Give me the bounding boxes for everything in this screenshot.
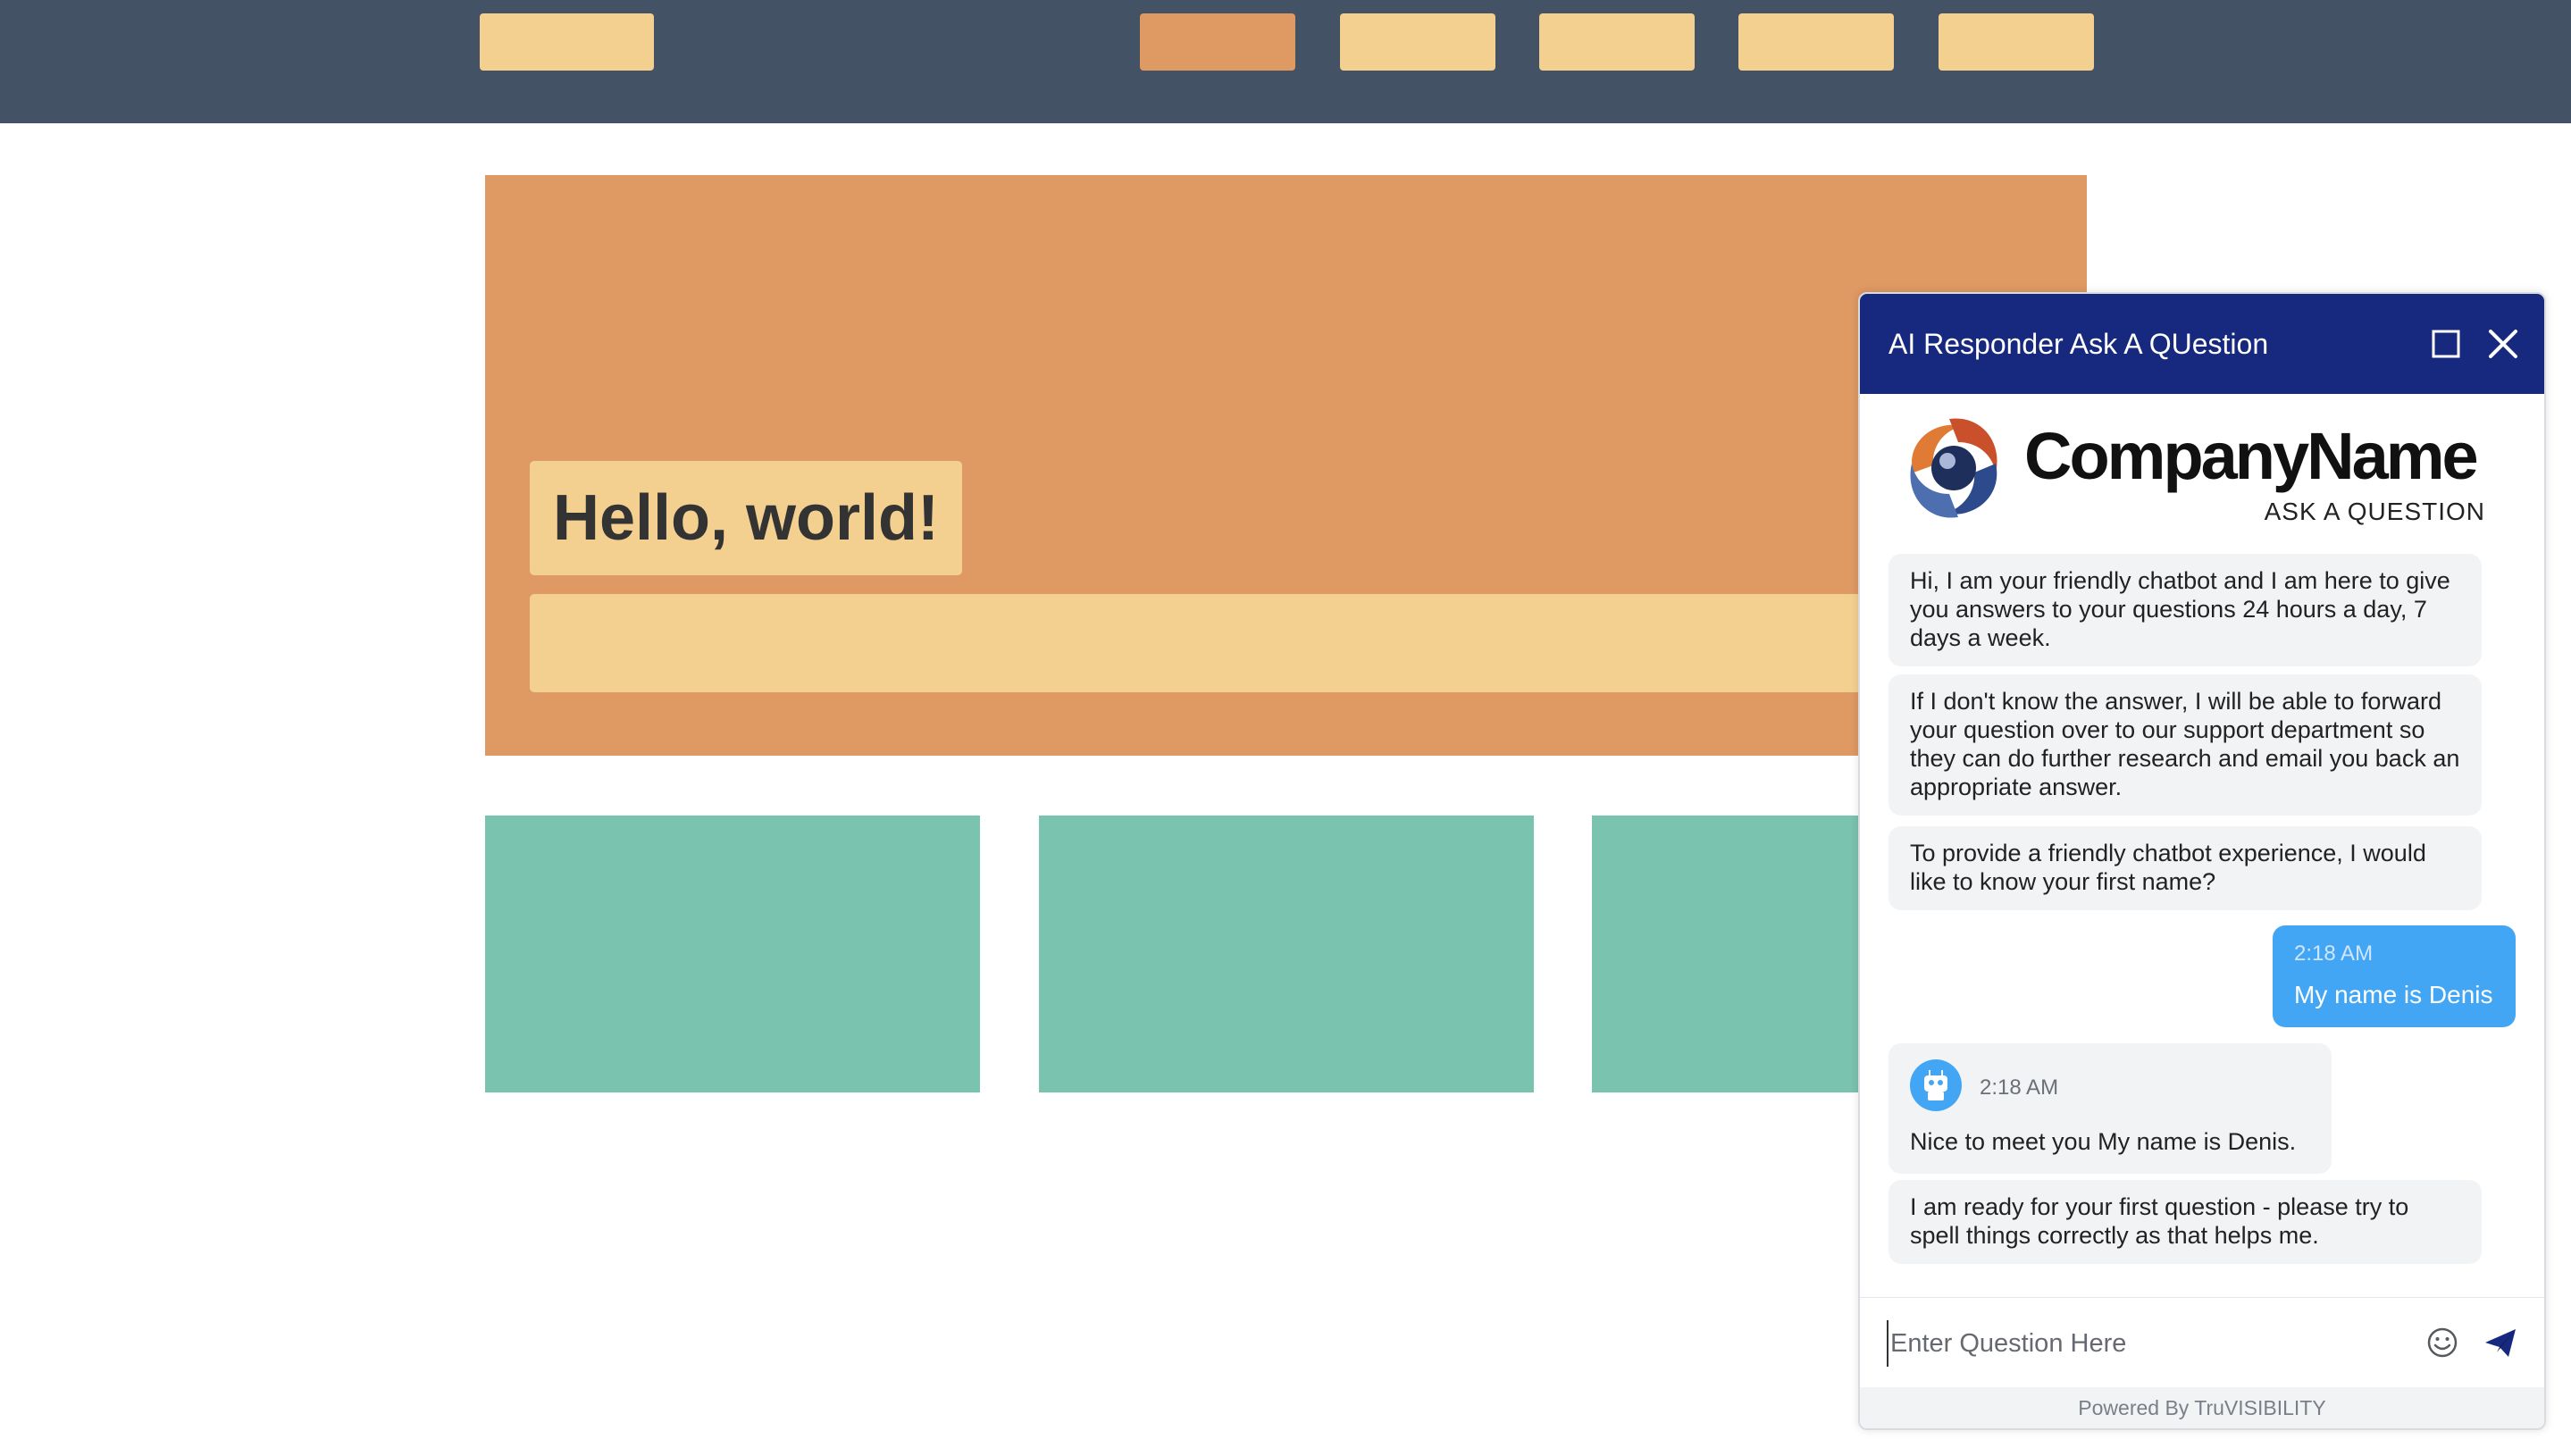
bot-message: To provide a friendly chatbot experience… — [1888, 826, 2482, 910]
nav-item-2[interactable] — [1340, 13, 1495, 71]
feature-card-2 — [1039, 816, 1534, 1092]
hero-heading: Hello, world! — [530, 461, 962, 575]
chat-input-area — [1860, 1297, 2544, 1387]
nav-item-1-active[interactable] — [1140, 13, 1295, 71]
user-message: 2:18 AM My name is Denis — [2273, 925, 2516, 1027]
question-input[interactable] — [1887, 1320, 2391, 1367]
chat-header: AI Responder Ask A QUestion — [1860, 294, 2544, 394]
company-name: CompanyName — [2024, 419, 2479, 493]
powered-by-footer[interactable]: Powered By TruVISIBILITY — [1860, 1387, 2544, 1428]
hero-text-placeholder — [530, 594, 1959, 692]
nav-item-3[interactable] — [1539, 13, 1695, 71]
bot-message: If I don't know the answer, I will be ab… — [1888, 674, 2482, 816]
bot-message-text: Nice to meet you My name is Denis. — [1910, 1128, 2297, 1155]
bot-message: 2:18 AM Nice to meet you My name is Deni… — [1888, 1043, 2332, 1174]
paper-plane-icon — [2485, 1329, 2516, 1357]
feature-card-1 — [485, 816, 980, 1092]
bot-message: Hi, I am your friendly chatbot and I am … — [1888, 554, 2482, 666]
nav-logo-placeholder[interactable] — [480, 13, 654, 71]
hero-section: Hello, world! — [485, 175, 2087, 756]
company-tagline: ASK A QUESTION — [2264, 498, 2485, 525]
nav-item-5[interactable] — [1939, 13, 2094, 71]
bot-message-text: To provide a friendly chatbot experience… — [1910, 840, 2426, 895]
maximize-button[interactable] — [2428, 326, 2464, 362]
bot-message-text: If I don't know the answer, I will be ab… — [1910, 688, 2460, 800]
robot-icon — [1924, 1070, 1947, 1100]
user-message-time: 2:18 AM — [2294, 941, 2374, 966]
close-button[interactable] — [2485, 326, 2521, 362]
chat-title: AI Responder Ask A QUestion — [1888, 328, 2269, 360]
emoji-button[interactable] — [2424, 1325, 2460, 1360]
send-button[interactable] — [2482, 1325, 2519, 1360]
bot-message: I am ready for your first question - ple… — [1888, 1180, 2482, 1264]
nav-item-4[interactable] — [1738, 13, 1894, 71]
company-logo-icon — [1910, 418, 1997, 518]
close-x-icon — [2489, 330, 2517, 358]
top-nav-bar — [0, 0, 2571, 123]
smiley-icon — [2427, 1327, 2458, 1358]
bot-message-time: 2:18 AM — [1980, 1075, 2059, 1100]
user-message-text: My name is Denis — [2294, 981, 2493, 1008]
bot-message-text: I am ready for your first question - ple… — [1910, 1193, 2409, 1249]
bot-message-text: Hi, I am your friendly chatbot and I am … — [1910, 567, 2450, 651]
chat-widget: AI Responder Ask A QUestion CompanyName … — [1858, 292, 2546, 1430]
bot-avatar — [1910, 1059, 1962, 1111]
company-brand: CompanyName ASK A QUESTION — [1896, 405, 2485, 530]
square-outline-icon — [2432, 330, 2460, 358]
